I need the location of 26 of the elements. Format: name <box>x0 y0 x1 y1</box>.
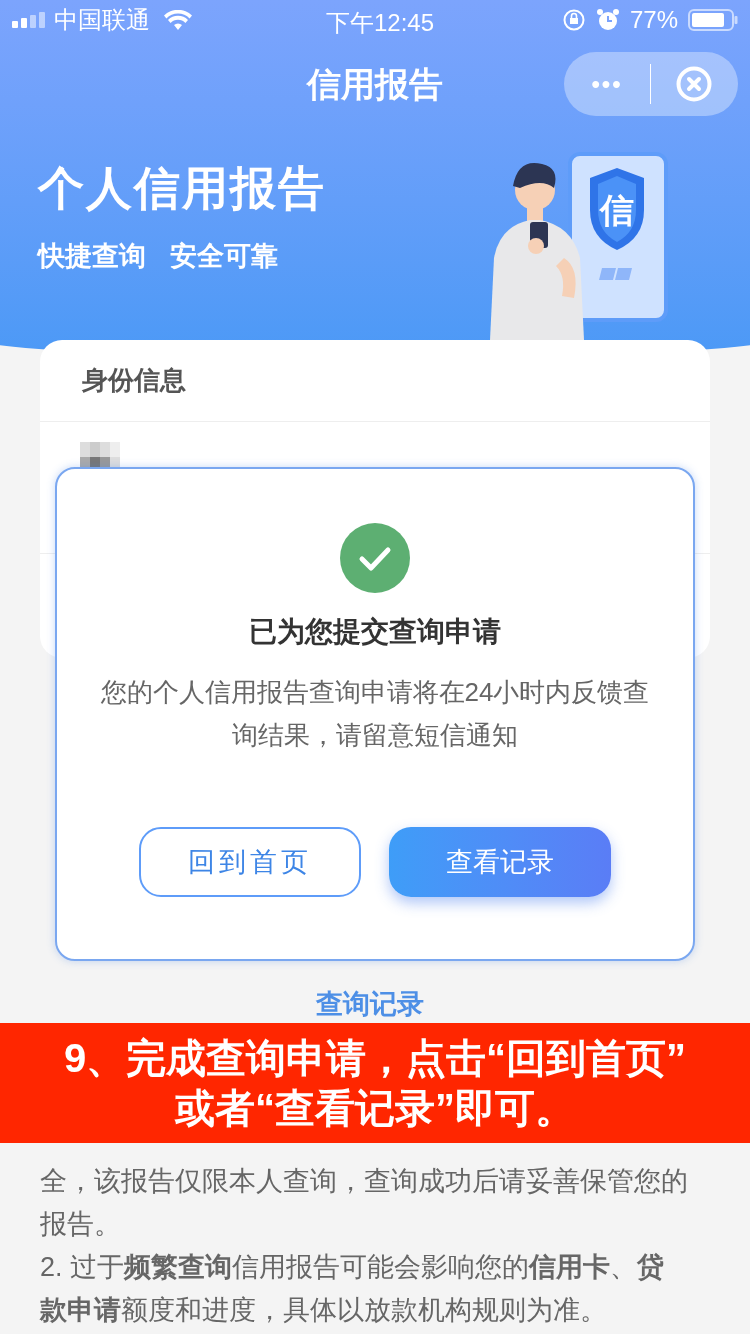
wifi-icon <box>164 10 192 30</box>
section-title: 身份信息 <box>82 364 186 397</box>
caption-text: 或者“查看记录”即可。 <box>175 1085 575 1132</box>
carrier-name: 中国联通 <box>54 5 150 35</box>
note-paragraph: 全，该报告仅限本人查询，查询成功后请妥善保管您的报告。 <box>40 1165 689 1241</box>
battery-percent: 77% <box>629 5 678 35</box>
home-button[interactable]: 回到首页 <box>139 827 361 897</box>
check-icon <box>340 523 410 593</box>
note-paragraph: 2. 过于频繁查询信用报告可能会影响您的信用卡、贷款申请额度和进度，具体以放款机构规则为准。 <box>40 1251 666 1327</box>
battery-icon <box>688 9 738 31</box>
dialog-title: 已为您提交查询申请 <box>249 615 501 649</box>
shield-label: 信 <box>600 191 634 229</box>
records-link[interactable]: 查询记录 <box>316 988 424 1020</box>
hero-title: 个人信用报告 <box>38 161 326 216</box>
signal-icon <box>12 12 46 28</box>
hero-tag: 安全可靠 <box>170 236 278 277</box>
alarm-icon <box>595 8 620 32</box>
view-records-button[interactable]: 查看记录 <box>389 827 611 897</box>
rotation-lock-icon <box>561 8 586 32</box>
caption-text: 9、完成查询申请，点击“回到首页” <box>63 1035 687 1082</box>
status-time: 下午12:45 <box>324 8 436 38</box>
close-icon <box>676 66 712 102</box>
hero-tag: 快捷查询 <box>38 236 146 277</box>
page-title: 信用报告 <box>307 63 443 105</box>
more-button[interactable]: ••• <box>564 66 650 102</box>
dialog-message: 您的个人信用报告查询申请将在24小时内反馈查询结果，请留意短信通知 <box>99 676 651 752</box>
